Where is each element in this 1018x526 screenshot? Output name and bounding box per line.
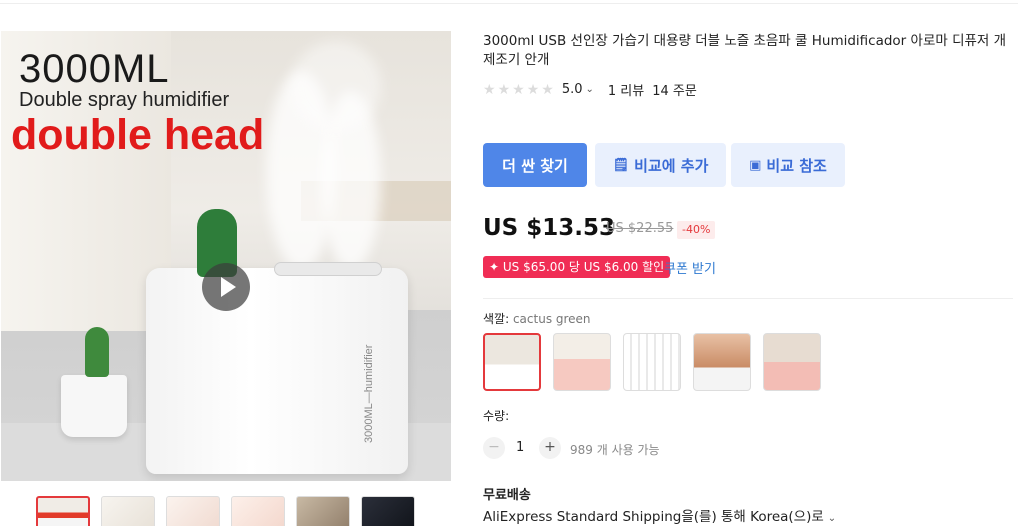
star-icon: ★	[541, 81, 554, 98]
color-swatch[interactable]	[623, 333, 681, 391]
gallery-thumbnail[interactable]	[166, 496, 220, 526]
add-compare-label: 비교에 추가	[634, 156, 709, 175]
section-divider	[483, 298, 1013, 299]
view-compare-button[interactable]: ▣ 비교 참조	[731, 143, 845, 187]
find-cheaper-label: 더 싼 찾기	[502, 156, 568, 175]
coupon-badge: ✦ US $65.00 당 US $6.00 할인	[483, 256, 671, 278]
rating-value[interactable]: 5.0	[562, 82, 583, 97]
stock-available: 989 개 사용 가능	[570, 443, 660, 457]
main-product-image[interactable]: 3000ML—humidifier 3000ML Double spray hu…	[1, 31, 451, 481]
original-price: US $22.55	[606, 221, 674, 236]
chevron-down-icon[interactable]: ⌄	[828, 513, 836, 524]
review-count[interactable]: 1 리뷰	[608, 80, 644, 99]
view-compare-label: 비교 참조	[766, 156, 827, 175]
quantity-increase-button[interactable]: +	[539, 437, 561, 459]
color-label-text: 색깔:	[483, 312, 510, 326]
humidifier-nozzle	[274, 262, 382, 276]
current-price: US $13.53	[483, 215, 616, 241]
compare-view-icon: ▣	[749, 157, 762, 173]
selected-color: cactus green	[512, 312, 591, 326]
image-headline: 3000ML	[19, 47, 170, 91]
gallery-thumbnail[interactable]	[101, 496, 155, 526]
mist-plume	[291, 41, 381, 131]
color-swatch[interactable]	[693, 333, 751, 391]
quantity-label: 수량:	[483, 409, 510, 423]
shipping-title: 무료배송	[483, 488, 531, 503]
star-icon: ★	[497, 81, 511, 98]
play-icon[interactable]	[202, 263, 250, 311]
star-icon: ★	[526, 81, 540, 98]
product-title: 3000ml USB 선인장 가습기 대용량 더블 노즐 초음파 쿨 Humid…	[483, 33, 1007, 68]
color-swatch[interactable]	[553, 333, 611, 391]
color-swatch[interactable]	[483, 333, 541, 391]
order-count: 14 주문	[652, 84, 697, 99]
quantity-decrease-button[interactable]: −	[483, 437, 505, 459]
star-icon: ★	[512, 81, 525, 98]
compare-add-icon: 🗒	[612, 157, 630, 173]
device-label: 3000ML—humidifier	[363, 344, 375, 443]
top-divider	[0, 0, 1018, 4]
color-label: 색깔: cactus green	[483, 310, 591, 327]
quantity-value[interactable]: 1	[516, 440, 524, 455]
image-subline: Double spray humidifier	[19, 89, 230, 111]
image-highlight: double head	[11, 111, 265, 159]
star-icon: ★	[483, 81, 496, 98]
plant-pot	[61, 375, 127, 437]
shipping-description-text: AliExpress Standard Shipping을(를) 통해 Kore…	[483, 509, 824, 525]
find-cheaper-button[interactable]: 더 싼 찾기	[483, 143, 587, 187]
gallery-thumbnail[interactable]	[361, 496, 415, 526]
discount-badge: -40%	[677, 221, 716, 239]
add-compare-button[interactable]: 🗒 비교에 추가	[595, 143, 726, 187]
gallery-thumbnail[interactable]	[36, 496, 90, 526]
shipping-description[interactable]: AliExpress Standard Shipping을(를) 통해 Kore…	[483, 505, 850, 525]
chevron-down-icon[interactable]: ⌄	[586, 84, 594, 95]
get-coupon-link[interactable]: 쿠폰 받기	[664, 258, 716, 277]
gallery-thumbnail[interactable]	[296, 496, 350, 526]
color-swatch[interactable]	[763, 333, 821, 391]
gallery-thumbnail[interactable]	[231, 496, 285, 526]
cactus-plant	[85, 327, 109, 377]
rating-row: ★ ★ ★ ★ ★ 5.0 ⌄ 1 리뷰 14 주문	[483, 80, 697, 100]
